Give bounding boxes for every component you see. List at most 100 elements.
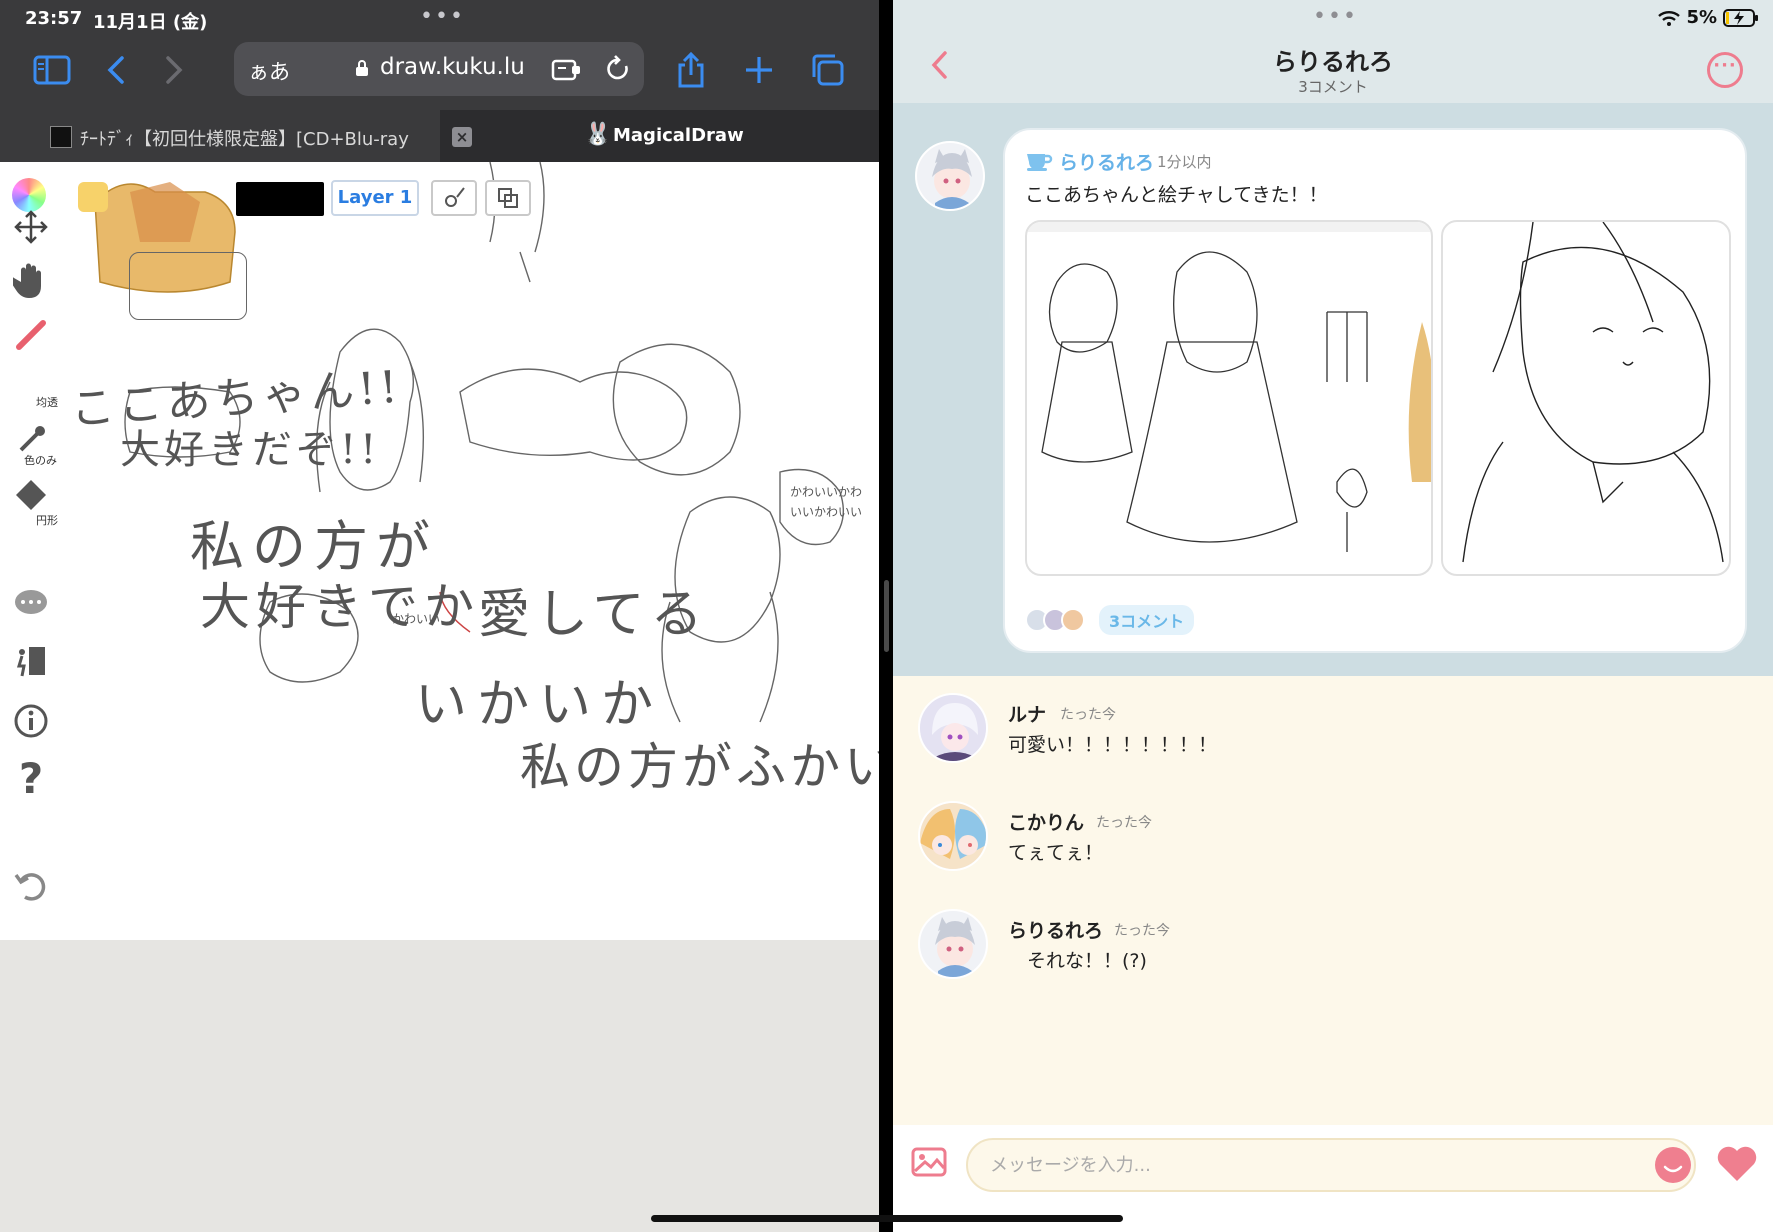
palette-sketch — [129, 252, 247, 320]
undo-icon — [14, 873, 46, 901]
chat-tool[interactable] — [8, 580, 54, 626]
comment-time: たった今 — [1114, 923, 1170, 939]
comment-count-pill[interactable]: 3コメント — [1099, 605, 1195, 635]
split-divider-handle[interactable] — [884, 580, 889, 652]
tab-magicaldraw[interactable]: MagicalDraw — [613, 125, 744, 146]
back-chevron-icon[interactable] — [96, 50, 136, 90]
transform-button[interactable] — [485, 180, 531, 216]
safari-toolbar: 23:57 11月1日 (金) ••• ぁあ draw.kuku.lu — [0, 0, 879, 118]
brush-settings-button[interactable] — [431, 180, 477, 216]
sketch-text-6: いかいか — [415, 675, 664, 735]
home-indicator[interactable] — [651, 1215, 1123, 1222]
post-card[interactable]: らりるれろ 1分以内 ここあちゃんと絵チャしてきた！！ 3コメント — [1003, 128, 1747, 653]
heart-icon — [1717, 1146, 1757, 1181]
comment-author[interactable]: こかりん — [1008, 808, 1084, 835]
stamp-button[interactable] — [1655, 1147, 1691, 1183]
sketch-closeup-icon — [1462, 222, 1724, 563]
speech-bubble-icon — [15, 590, 47, 614]
list-item[interactable]: らりるれろ たった今 それな！！(?) — [918, 906, 1738, 986]
post-image-1[interactable] — [1025, 220, 1433, 576]
kokarin-avatar-icon — [920, 803, 986, 869]
move-tool[interactable] — [8, 204, 54, 250]
comment-time: たった今 — [1096, 815, 1152, 831]
help-tool[interactable]: ? — [8, 753, 54, 803]
split-screen: 23:57 11月1日 (金) ••• ぁあ draw.kuku.lu ﾁｰﾄﾃ… — [0, 0, 1773, 1232]
sketch-text-2: 大好きだぞ!! — [120, 427, 381, 473]
pen-tool[interactable] — [8, 312, 54, 358]
avatar[interactable] — [918, 801, 988, 871]
brush-gear-icon — [445, 187, 465, 207]
chat-subtitle: 3コメント — [1298, 78, 1368, 96]
list-item[interactable]: ルナ たった今 可愛い！！！！！！！！ — [918, 690, 1738, 770]
reader-aa-button[interactable]: ぁあ — [248, 56, 290, 86]
comment-text: てぇてぇ！ — [1008, 842, 1104, 864]
post-footer: 3コメント — [1025, 605, 1195, 635]
sketch-text-9: かわいいかわいいかわいい — [790, 485, 863, 519]
transform-icon — [498, 188, 518, 208]
battery-charging-icon — [1723, 8, 1758, 27]
comment-text: 可愛い！！！！！！！！ — [1008, 734, 1218, 756]
primary-color-swatch[interactable] — [78, 182, 108, 212]
hand-tool[interactable] — [8, 257, 54, 303]
pen-label: 均透 — [36, 396, 58, 409]
list-item[interactable]: こかりん たった今 てぇてぇ！ — [918, 798, 1738, 878]
more-options-button[interactable]: ··· — [1707, 52, 1743, 88]
extension-icon[interactable] — [550, 56, 584, 84]
safari-pane: 23:57 11月1日 (金) ••• ぁあ draw.kuku.lu ﾁｰﾄﾃ… — [0, 0, 879, 1232]
image-attach-icon — [911, 1147, 947, 1177]
comment-text: それな！！(?) — [1008, 950, 1147, 972]
post-image-2[interactable] — [1441, 220, 1731, 576]
url-text: draw.kuku.lu — [380, 54, 525, 80]
exit-tool[interactable] — [8, 638, 54, 684]
move-arrows-icon — [14, 210, 48, 244]
sony-favicon-icon — [50, 126, 72, 148]
hand-icon — [13, 263, 41, 298]
share-icon[interactable] — [671, 50, 711, 90]
avatar[interactable] — [918, 909, 988, 979]
chat-title: らりるれろ — [1273, 48, 1393, 76]
undo-tool[interactable] — [8, 862, 54, 908]
multitask-dots-icon[interactable]: ••• — [420, 6, 465, 28]
status-date: 11月1日 (金) — [93, 12, 208, 33]
info-tool[interactable] — [8, 698, 54, 744]
question-mark-icon: ? — [18, 753, 44, 803]
like-button[interactable] — [1715, 1143, 1759, 1187]
drawing-canvas[interactable]: Layer 1 均透 色のみ 円形 ? ここあちゃん!! 大好きだぞ!! 私の方… — [0, 162, 879, 940]
avatar[interactable] — [915, 141, 985, 211]
secondary-color-swatch[interactable] — [236, 182, 324, 216]
tabs-overview-icon[interactable] — [807, 50, 847, 90]
post-section: らりるれろ 1分以内 ここあちゃんと絵チャしてきた！！ 3コメント — [893, 103, 1773, 676]
rabbit-favicon-icon: 🐰 — [584, 122, 612, 147]
tab-close-icon[interactable]: × — [452, 127, 472, 147]
cup-icon — [1027, 154, 1053, 171]
sketch-text-4: 大好きでか — [200, 578, 480, 636]
tab-cheatday[interactable]: ﾁｰﾄﾃﾞｨ【初回仕様限定盤】[CD+Blu-ray… — [0, 110, 440, 162]
reload-icon[interactable] — [604, 54, 632, 84]
eyedropper-label: 色のみ — [24, 454, 57, 467]
wifi-icon — [1658, 10, 1681, 26]
post-time: 1分以内 — [1157, 153, 1212, 171]
layer-button[interactable]: Layer 1 — [331, 180, 419, 216]
post-text: ここあちゃんと絵チャしてきた！！ — [1025, 184, 1328, 206]
message-input[interactable] — [966, 1138, 1696, 1192]
forward-chevron-icon[interactable] — [154, 50, 194, 90]
sketch-image-icon — [1027, 222, 1431, 552]
attach-image-button[interactable] — [911, 1147, 947, 1181]
mini-avatar — [1061, 608, 1085, 632]
sidebar-icon[interactable] — [32, 50, 72, 90]
avatar[interactable] — [918, 693, 988, 763]
luna-avatar-icon — [920, 695, 986, 761]
comment-author[interactable]: ルナ — [1008, 700, 1046, 727]
canvas-margin — [0, 940, 879, 1232]
new-tab-plus-icon[interactable] — [739, 50, 779, 90]
post-author[interactable]: らりるれろ — [1059, 148, 1154, 175]
sketch-text-8: かわいい — [392, 612, 441, 626]
diamond-icon — [16, 480, 46, 510]
multitask-dots-icon[interactable]: ••• — [1313, 6, 1358, 28]
chat-header: ••• 5% らりるれろ 3コメント ··· — [893, 0, 1773, 103]
address-bar[interactable]: ぁあ draw.kuku.lu — [234, 42, 644, 96]
ellipsis-icon: ··· — [1713, 55, 1737, 76]
lock-icon — [356, 60, 368, 76]
battery-percent: 5% — [1686, 7, 1717, 28]
comment-author[interactable]: らりるれろ — [1008, 916, 1103, 943]
